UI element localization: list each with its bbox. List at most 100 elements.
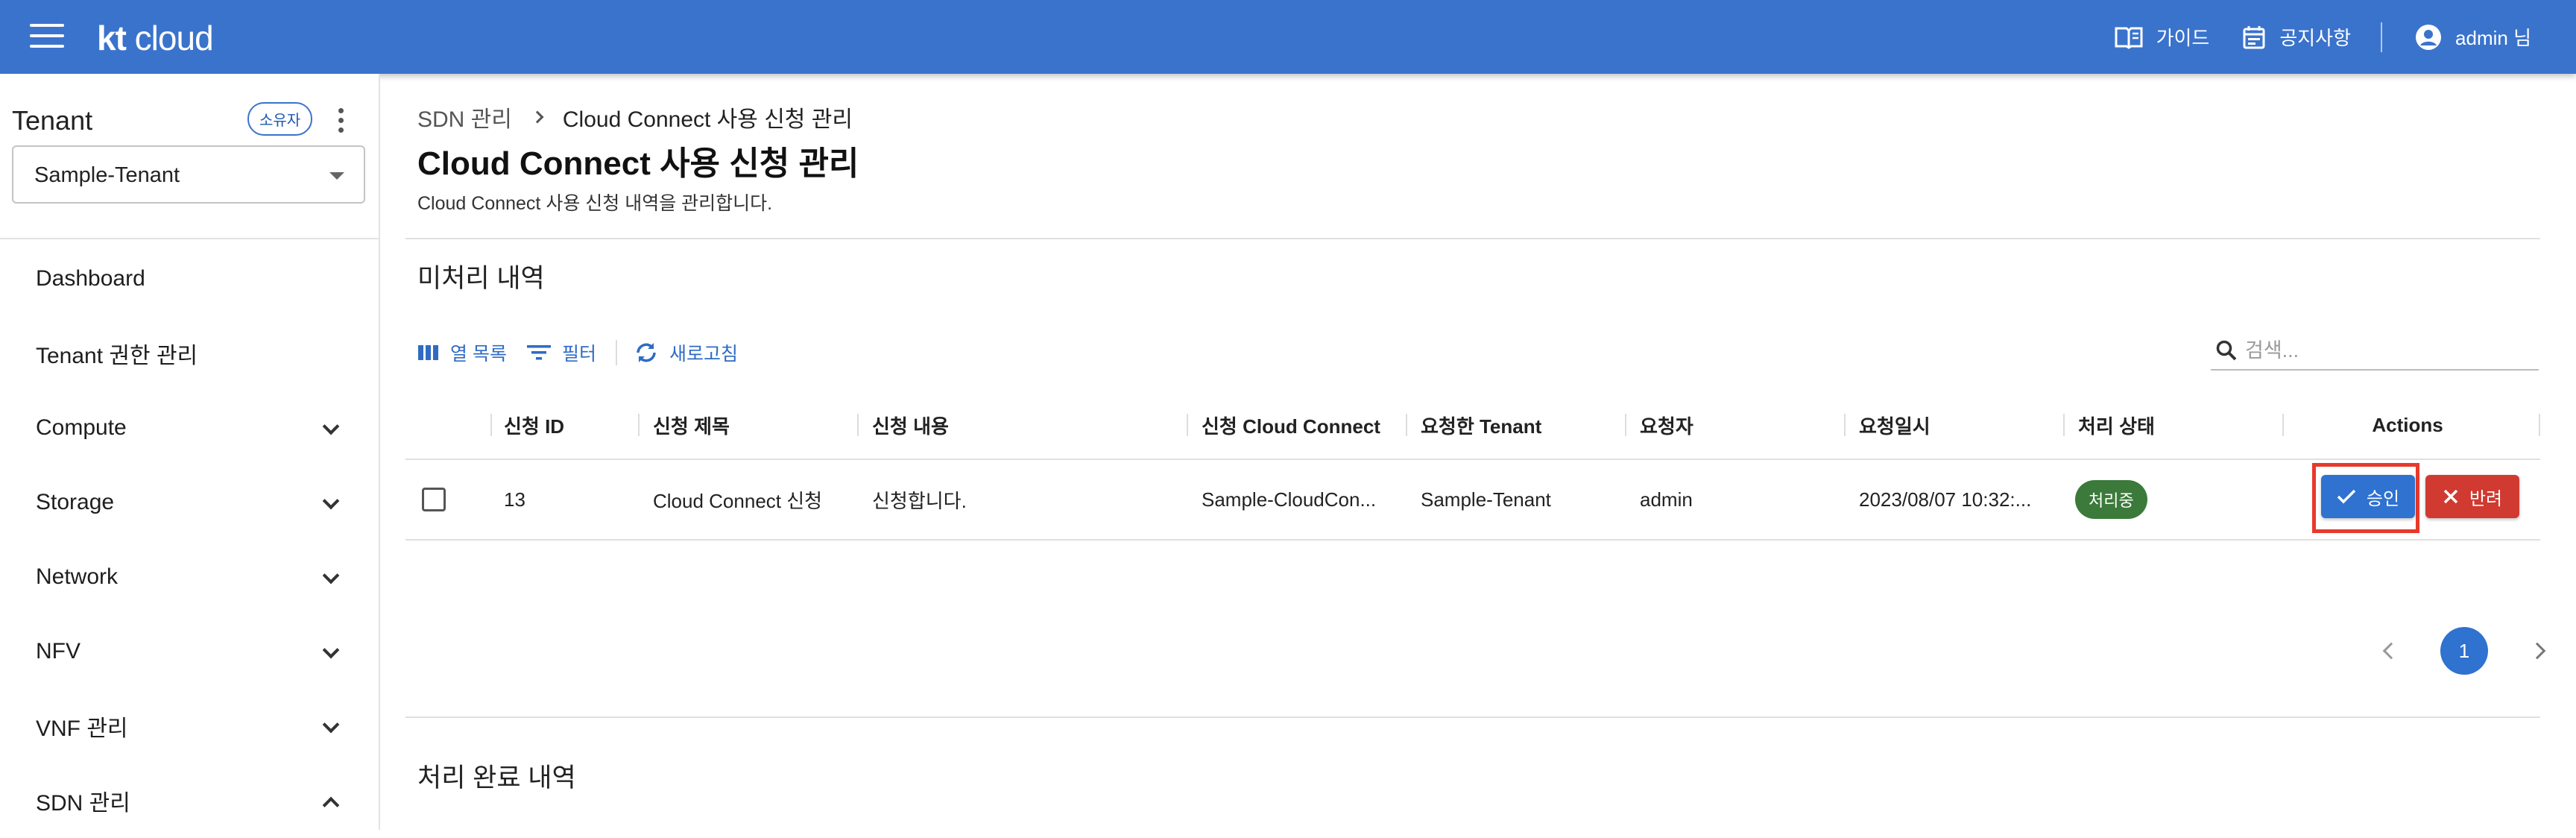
column-separator [1625, 414, 1626, 436]
owner-badge: 소유자 [247, 102, 313, 136]
sidebar-item-vnf[interactable]: VNF 관리 [0, 689, 379, 763]
chevron-down-icon [322, 492, 340, 510]
breadcrumb-parent[interactable]: SDN 관리 [417, 101, 512, 133]
sidebar-item-label: Dashboard [36, 266, 145, 291]
calendar-icon [2243, 25, 2265, 48]
column-header-requested-at[interactable]: 요청일시 [1859, 391, 1931, 459]
refresh-button[interactable]: 새로고침 [634, 339, 738, 366]
dropdown-arrow-icon [329, 172, 344, 180]
header-divider [2381, 22, 2383, 52]
chevron-down-icon [322, 418, 340, 435]
filter-button[interactable]: 필터 [526, 339, 596, 366]
tenant-select[interactable]: Sample-Tenant [12, 145, 365, 204]
column-header-cloud-connect[interactable]: 신청 Cloud Connect [1202, 391, 1380, 459]
page-description: Cloud Connect 사용 신청 내역을 관리합니다. [417, 193, 773, 214]
breadcrumb: SDN 관리 Cloud Connect 사용 신청 관리 [417, 101, 853, 133]
book-icon [2115, 27, 2143, 49]
chevron-up-icon [322, 796, 340, 814]
column-separator [1406, 414, 1407, 436]
column-header-requester[interactable]: 요청자 [1640, 391, 1693, 459]
cell-requested-at: 2023/08/07 10:32:... [1859, 488, 2032, 511]
more-vert-icon[interactable] [335, 108, 346, 133]
column-separator [490, 414, 492, 436]
column-header-tenant[interactable]: 요청한 Tenant [1421, 391, 1541, 459]
sidebar-item-label: Tenant 권한 관리 [36, 344, 198, 368]
notice-link[interactable]: 공지사항 [2242, 23, 2351, 51]
chevron-right-icon [531, 110, 544, 124]
column-separator [857, 414, 859, 436]
cell-tenant: Sample-Tenant [1421, 488, 1551, 511]
sidebar-item-dashboard[interactable]: Dashboard [0, 242, 379, 316]
check-icon [2337, 489, 2356, 504]
search-field[interactable] [2211, 332, 2539, 371]
column-separator [638, 414, 640, 436]
sidebar-item-network[interactable]: Network [0, 540, 379, 614]
search-icon [2216, 340, 2237, 361]
pending-requests-table: 신청 ID 신청 제목 신청 내용 신청 Cloud Connect 요청한 T… [405, 391, 2540, 541]
logo-thin-text: cloud [125, 19, 214, 57]
section-divider [405, 716, 2540, 718]
cell-requester: admin [1640, 488, 1693, 511]
pagination: 1 [2382, 627, 2546, 675]
search-input[interactable] [2245, 338, 2528, 362]
chevron-down-icon [322, 567, 340, 585]
columns-label: 열 목록 [450, 344, 507, 365]
sidebar-item-compute[interactable]: Compute [0, 391, 379, 465]
status-badge: 처리중 [2075, 480, 2147, 519]
tenant-select-value: Sample-Tenant [34, 163, 180, 187]
top-app-bar: kt cloud 가이드 공지사항 admin 님 [0, 0, 2576, 74]
columns-button[interactable]: 열 목록 [417, 339, 507, 366]
guide-label: 가이드 [2156, 27, 2210, 49]
kt-cloud-logo[interactable]: kt cloud [97, 18, 214, 58]
column-separator [1187, 414, 1188, 436]
account-circle-icon [2416, 24, 2442, 50]
filter-label: 필터 [561, 344, 596, 365]
menu-icon[interactable] [30, 24, 64, 49]
sidebar-item-tenant-permissions[interactable]: Tenant 권한 관리 [0, 316, 379, 391]
close-icon [2443, 489, 2458, 504]
pending-section-title: 미처리 내역 [417, 264, 545, 293]
sidebar-item-label: Compute [36, 415, 127, 440]
reject-label: 반려 [2469, 488, 2503, 509]
chevron-right-icon[interactable] [2528, 642, 2546, 660]
user-label: admin 님 [2455, 27, 2531, 49]
view-column-icon [418, 345, 438, 360]
reject-button[interactable]: 반려 [2425, 475, 2519, 518]
column-header-content[interactable]: 신청 내용 [872, 391, 949, 459]
column-separator [2282, 414, 2284, 436]
row-checkbox[interactable] [422, 488, 446, 511]
sidebar-nav: Dashboard Tenant 권한 관리 Compute Storage N… [0, 242, 379, 838]
filter-list-icon [526, 345, 551, 360]
sidebar-item-sdn[interactable]: SDN 관리 [0, 763, 379, 838]
column-header-title[interactable]: 신청 제목 [653, 391, 730, 459]
chevron-left-icon[interactable] [2382, 642, 2400, 660]
column-header-actions: Actions [2372, 413, 2443, 436]
header-actions: 가이드 공지사항 admin 님 [2082, 0, 2531, 74]
page-title: Cloud Connect 사용 신청 관리 [417, 145, 859, 182]
column-header-status[interactable]: 처리 상태 [2078, 391, 2155, 459]
section-divider [405, 238, 2540, 239]
user-menu[interactable]: admin 님 [2415, 23, 2531, 51]
tenant-title: Tenant [12, 105, 93, 136]
sidebar: Tenant 소유자 Sample-Tenant Dashboard Tenan… [0, 74, 380, 830]
chevron-down-icon [322, 716, 340, 734]
approve-label: 승인 [2366, 488, 2400, 509]
approve-button[interactable]: 승인 [2321, 475, 2415, 518]
refresh-label: 새로고침 [669, 344, 738, 365]
guide-link[interactable]: 가이드 [2115, 23, 2210, 51]
page-button-current[interactable]: 1 [2440, 627, 2488, 675]
toolbar-divider [615, 340, 617, 365]
column-header-id[interactable]: 신청 ID [504, 391, 564, 459]
cell-title: Cloud Connect 신청 [653, 489, 823, 512]
done-section-title: 처리 완료 내역 [417, 763, 576, 793]
column-separator [1844, 414, 1846, 436]
refresh-icon [637, 343, 656, 362]
table-header-row: 신청 ID 신청 제목 신청 내용 신청 Cloud Connect 요청한 T… [405, 391, 2540, 460]
sidebar-item-storage[interactable]: Storage [0, 465, 379, 540]
sidebar-item-label: VNF 관리 [36, 716, 128, 741]
sidebar-item-nfv[interactable]: NFV [0, 614, 379, 689]
sidebar-item-label: Network [36, 564, 119, 589]
cell-cloud-connect: Sample-CloudCon... [1202, 488, 1377, 511]
breadcrumb-current: Cloud Connect 사용 신청 관리 [562, 107, 853, 132]
notice-label: 공지사항 [2279, 27, 2352, 49]
